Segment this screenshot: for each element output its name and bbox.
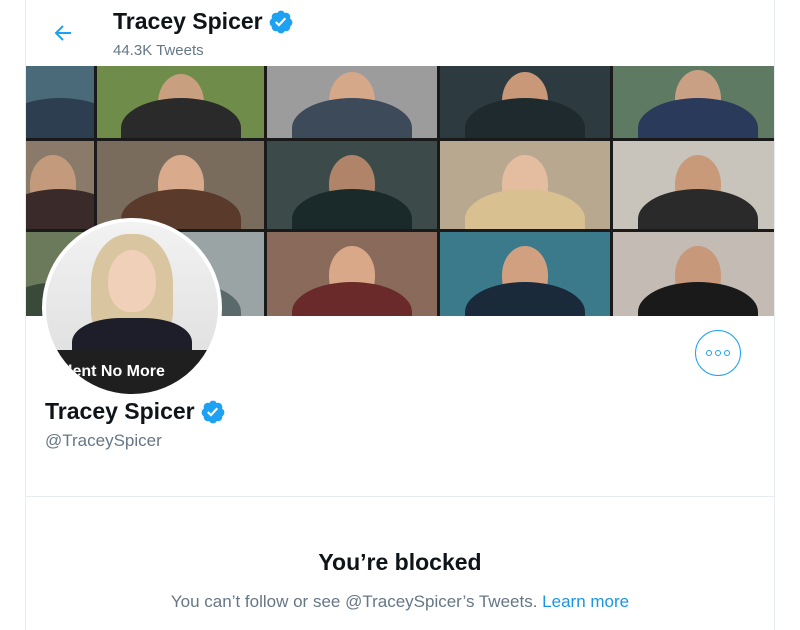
verified-badge-icon — [201, 400, 224, 423]
banner-tile — [26, 141, 94, 229]
blocked-message-row: You can’t follow or see @TraceySpicer’s … — [26, 592, 774, 612]
banner-tile — [440, 232, 610, 316]
profile-header: Tracey Spicer 44.3K Tweets — [26, 0, 774, 66]
blocked-title: You’re blocked — [318, 549, 482, 575]
banner-tile — [613, 66, 774, 138]
profile-name: Tracey Spicer — [45, 398, 195, 424]
learn-more-link[interactable]: Learn more — [542, 592, 629, 611]
banner-tile — [97, 141, 264, 229]
back-button[interactable] — [48, 18, 78, 48]
more-options-icon — [706, 350, 730, 356]
avatar[interactable]: lent No More — [42, 218, 222, 398]
more-options-button[interactable] — [695, 330, 741, 376]
header-name-row: Tracey Spicer — [113, 8, 294, 35]
profile-handle: @TraceySpicer — [45, 431, 162, 450]
banner-tile — [440, 66, 610, 138]
avatar-face — [108, 250, 156, 312]
banner-tile — [267, 66, 437, 138]
banner-tile — [440, 141, 610, 229]
banner-tile — [613, 141, 774, 229]
divider — [26, 496, 774, 497]
banner-tile — [613, 232, 774, 316]
header-name: Tracey Spicer — [113, 8, 263, 34]
tweet-count: 44.3K Tweets — [113, 42, 204, 59]
profile-column: Tracey Spicer 44.3K Tweets lent No More … — [25, 0, 775, 630]
banner-tile — [267, 141, 437, 229]
verified-badge-icon — [269, 10, 292, 33]
blocked-message: You can’t follow or see @TraceySpicer’s … — [170, 592, 538, 611]
banner-tile — [267, 232, 437, 316]
banner-tile — [97, 66, 264, 138]
profile-name-row: Tracey Spicer — [45, 398, 226, 425]
arrow-left-icon — [54, 25, 71, 41]
avatar-caption: lent No More — [46, 350, 218, 394]
banner-tile — [26, 66, 94, 138]
